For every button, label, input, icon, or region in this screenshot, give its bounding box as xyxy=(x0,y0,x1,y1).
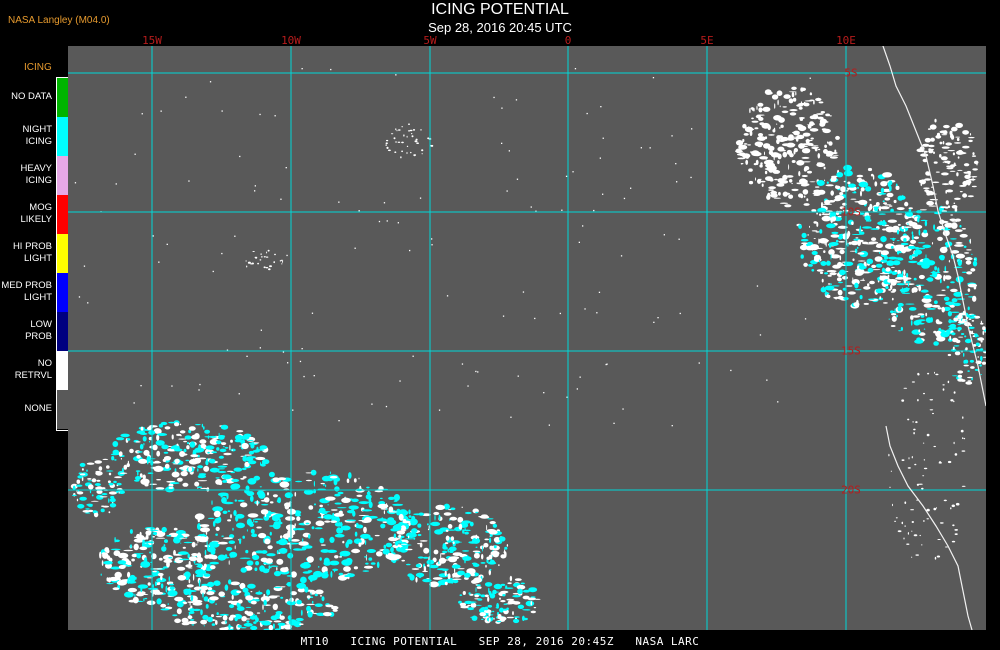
longitude-label: 5E xyxy=(700,34,714,47)
latitude-label: 15S xyxy=(841,344,861,358)
longitude-label: 10E xyxy=(836,34,856,47)
timestamp: Sep 28, 2016 20:45 UTC xyxy=(428,20,572,35)
satellite-map xyxy=(68,46,986,630)
legend-label: MED PROB LIGHT xyxy=(1,279,52,303)
legend-label: NO RETRVL xyxy=(14,357,52,381)
latitude-label: 20S xyxy=(841,483,861,497)
legend-label: HEAVY ICING xyxy=(20,162,52,186)
latitude-label: 5S xyxy=(844,66,858,80)
longitude-label: 0 xyxy=(564,34,572,47)
longitude-label: 10W xyxy=(281,34,301,47)
coastline xyxy=(885,425,973,630)
legend-label: LOW PROB xyxy=(25,318,52,342)
legend-label: MOG LIKELY xyxy=(20,201,52,225)
legend-label: NO DATA xyxy=(11,90,52,102)
legend-label: NIGHT ICING xyxy=(22,123,52,147)
longitude-label: 15W xyxy=(142,34,162,47)
page-title: ICING POTENTIAL xyxy=(431,1,569,18)
latitude-label: 10S xyxy=(841,205,861,219)
source-label: NASA Langley (M04.0) xyxy=(8,15,110,26)
legend-label: NONE xyxy=(24,402,52,414)
legend-label: HI PROB LIGHT xyxy=(12,240,52,264)
footer-caption: MT10 ICING POTENTIAL SEP 28, 2016 20:45Z… xyxy=(300,635,700,648)
longitude-label: 5W xyxy=(423,34,437,47)
legend-heading: ICING xyxy=(24,62,52,73)
map-overlay xyxy=(68,46,986,630)
